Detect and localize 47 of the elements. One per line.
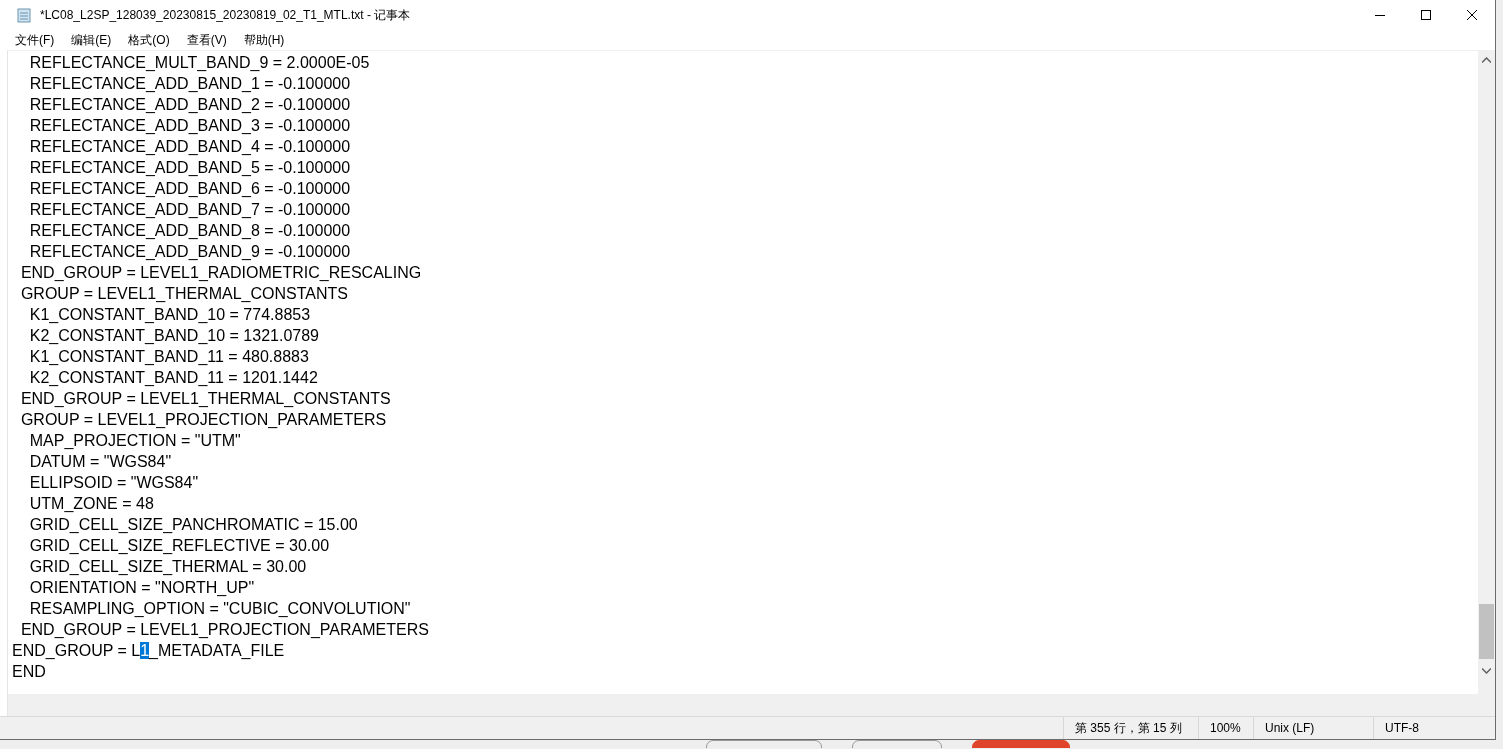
text-line: GRID_CELL_SIZE_THERMAL = 30.00 [28,557,308,577]
text-line: END_GROUP = LEVEL1_THERMAL_CONSTANTS [19,389,392,409]
line-ending: Unix (LF) [1253,717,1373,739]
maximize-icon [1421,10,1431,20]
text-line: END_GROUP = LEVEL1_PROJECTION_PARAMETERS [19,620,430,640]
cursor-position: 第 355 行，第 15 列 [1063,717,1198,739]
text-line: ELLIPSOID = "WGS84" [28,473,200,493]
zoom-level: 100% [1198,717,1253,739]
encoding: UTF-8 [1373,717,1495,739]
text-line: REFLECTANCE_ADD_BAND_6 = -0.100000 [28,179,352,199]
scroll-down-icon[interactable] [1482,668,1491,674]
text-line: ORIENTATION = "NORTH_UP" [28,578,256,598]
menu-item[interactable]: 格式(O) [119,31,178,49]
menu-item[interactable]: 帮助(H) [234,31,293,49]
text-line: REFLECTANCE_MULT_BAND_9 = 2.0000E-05 [28,53,371,73]
text-line: GRID_CELL_SIZE_REFLECTIVE = 30.00 [28,536,331,556]
text-line: K2_CONSTANT_BAND_11 = 1201.1442 [28,368,319,388]
scroll-thumb[interactable] [1479,604,1494,659]
text-line: REFLECTANCE_ADD_BAND_3 = -0.100000 [28,116,352,136]
scroll-up-icon[interactable] [1482,57,1491,63]
text-line: END_GROUP = L1_METADATA_FILE [12,641,286,661]
text-line: GROUP = LEVEL1_PROJECTION_PARAMETERS [19,410,388,430]
notepad-icon [16,7,32,23]
text-line: UTM_ZONE = 48 [28,494,155,514]
text-line: K1_CONSTANT_BAND_11 = 480.8883 [28,347,310,367]
text-line: K2_CONSTANT_BAND_10 = 1321.0789 [28,326,320,346]
text-line: REFLECTANCE_ADD_BAND_8 = -0.100000 [28,221,352,241]
menu-item[interactable]: 编辑(E) [62,31,120,49]
text-line: REFLECTANCE_ADD_BAND_7 = -0.100000 [28,200,352,220]
text-line: REFLECTANCE_ADD_BAND_4 = -0.100000 [28,137,352,157]
text-line: REFLECTANCE_ADD_BAND_9 = -0.100000 [28,242,352,262]
text-line: REFLECTANCE_ADD_BAND_1 = -0.100000 [28,74,352,94]
text-line: REFLECTANCE_ADD_BAND_2 = -0.100000 [28,95,352,115]
text-line: MAP_PROJECTION = "UTM" [28,431,242,451]
vertical-scrollbar[interactable] [1478,51,1495,694]
text-line: END_GROUP = LEVEL1_RADIOMETRIC_RESCALING [19,263,423,283]
text-line: END [12,662,47,682]
text-line: GROUP = LEVEL1_THERMAL_CONSTANTS [19,284,349,304]
text-line: K1_CONSTANT_BAND_10 = 774.8853 [28,305,312,325]
window-title: *LC08_L2SP_128039_20230815_20230819_02_T1_MTL.txt - 记事本 [40,6,411,24]
menu-item[interactable]: 文件(F) [6,31,63,49]
text-line: REFLECTANCE_ADD_BAND_5 = -0.100000 [28,158,352,178]
menu-item[interactable]: 查看(V) [177,31,235,49]
close-icon [1467,10,1477,20]
text-line: DATUM = "WGS84" [28,452,173,472]
text-line: GRID_CELL_SIZE_PANCHROMATIC = 15.00 [28,515,359,535]
text-line: RESAMPLING_OPTION = "CUBIC_CONVOLUTION" [28,599,412,619]
